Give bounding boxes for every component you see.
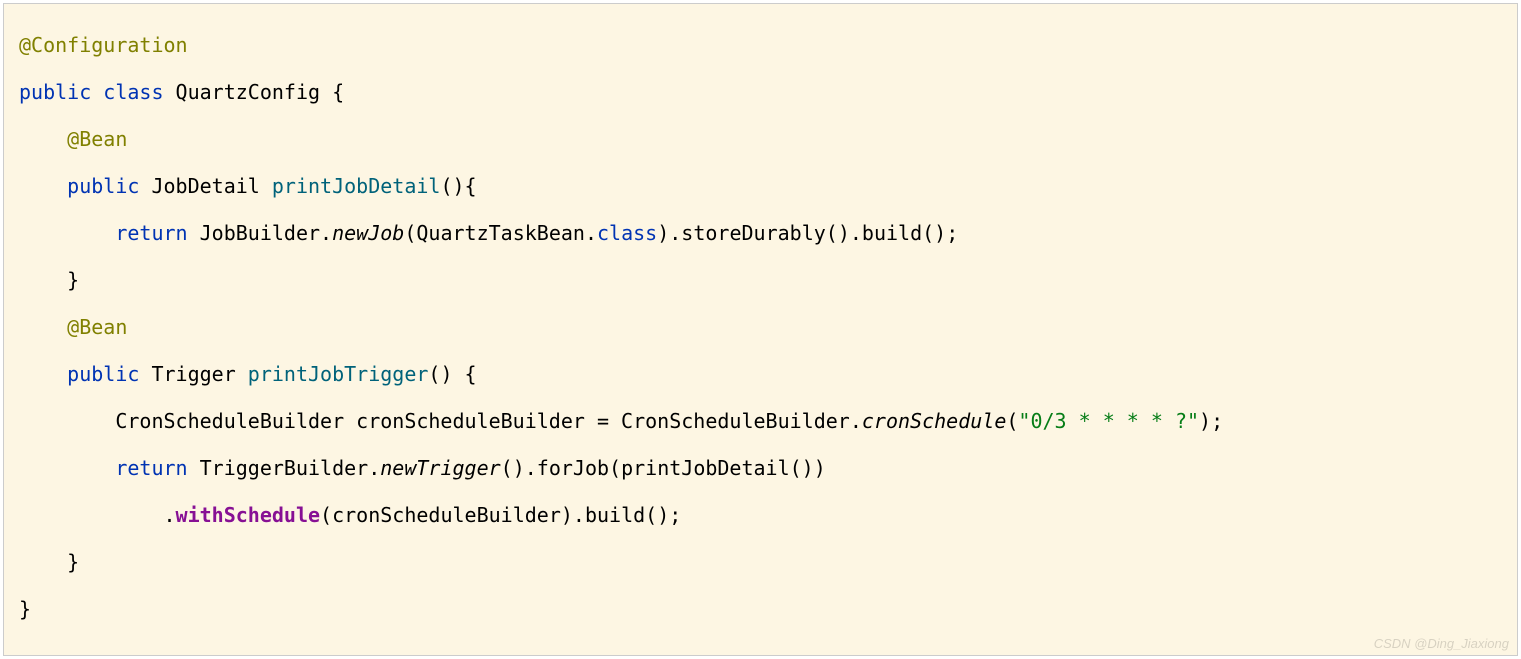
string-literal: "0/3 * * * * ?" (1018, 409, 1199, 433)
code-line-9: CronScheduleBuilder cronScheduleBuilder … (19, 398, 1517, 445)
keyword-class: class (103, 80, 163, 104)
paren: ( (1006, 409, 1018, 433)
expr: CronScheduleBuilder cronScheduleBuilder … (19, 409, 862, 433)
indent (19, 362, 67, 386)
code-line-13: } (19, 586, 1517, 633)
code-line-4: public JobDetail printJobDetail(){ (19, 163, 1517, 210)
method-name: printJobTrigger (248, 362, 429, 386)
indent: . (19, 503, 176, 527)
keyword-class-literal: class (597, 221, 657, 245)
code-line-8: public Trigger printJobTrigger() { (19, 351, 1517, 398)
space (91, 80, 103, 104)
expr: ().forJob(printJobDetail()) (501, 456, 826, 480)
keyword-return: return (115, 221, 187, 245)
keyword-public: public (19, 80, 91, 104)
brace-close: } (19, 550, 79, 574)
return-type: JobDetail (139, 174, 271, 198)
code-block: @Configuration public class QuartzConfig… (3, 3, 1518, 656)
parens: (){ (440, 174, 476, 198)
indent (19, 174, 67, 198)
static-call: newTrigger (380, 456, 500, 480)
expr: (cronScheduleBuilder).build(); (320, 503, 681, 527)
indent (19, 127, 67, 151)
static-call: cronSchedule (862, 409, 1007, 433)
code-line-11: .withSchedule(cronScheduleBuilder).build… (19, 492, 1517, 539)
brace-close: } (19, 268, 79, 292)
brace-close: } (19, 597, 31, 621)
annotation: @Configuration (19, 33, 188, 57)
code-line-10: return TriggerBuilder.newTrigger().forJo… (19, 445, 1517, 492)
watermark: CSDN @Ding_Jiaxiong (1374, 636, 1509, 651)
indent (19, 221, 115, 245)
code-line-1: @Configuration (19, 22, 1517, 69)
method-name: printJobDetail (272, 174, 441, 198)
expr: TriggerBuilder. (188, 456, 381, 480)
code-line-3: @Bean (19, 116, 1517, 163)
static-call: newJob (332, 221, 404, 245)
parens: () { (428, 362, 476, 386)
code-line-6: } (19, 257, 1517, 304)
keyword-public: public (67, 362, 139, 386)
indent (19, 456, 115, 480)
indent (19, 315, 67, 339)
code-line-2: public class QuartzConfig { (19, 69, 1517, 116)
annotation: @Bean (67, 127, 127, 151)
code-line-12: } (19, 539, 1517, 586)
method-call-highlight: withSchedule (176, 503, 321, 527)
class-decl: QuartzConfig { (164, 80, 345, 104)
paren: ); (1199, 409, 1223, 433)
annotation: @Bean (67, 315, 127, 339)
keyword-public: public (67, 174, 139, 198)
keyword-return: return (115, 456, 187, 480)
expr: JobBuilder. (188, 221, 333, 245)
code-line-7: @Bean (19, 304, 1517, 351)
expr: (QuartzTaskBean. (404, 221, 597, 245)
return-type: Trigger (139, 362, 247, 386)
expr: ).storeDurably().build(); (657, 221, 958, 245)
code-line-5: return JobBuilder.newJob(QuartzTaskBean.… (19, 210, 1517, 257)
